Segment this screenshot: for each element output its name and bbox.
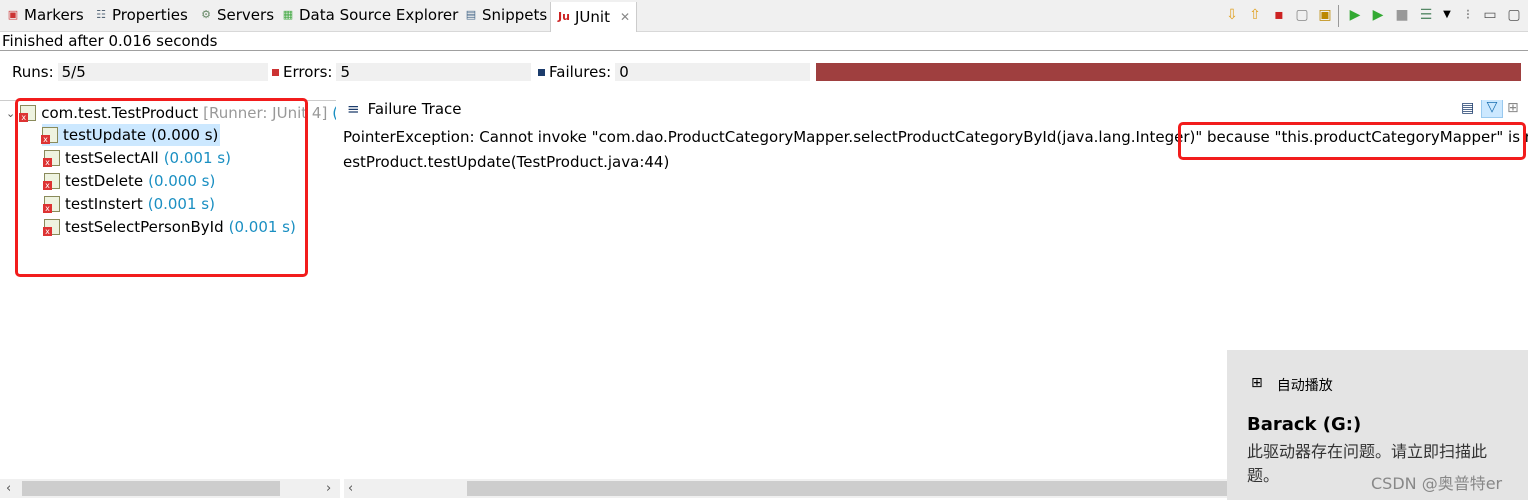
autoplay-icon: ⊞ xyxy=(1251,375,1263,391)
link-icon[interactable]: ⁝ xyxy=(1459,6,1477,24)
snippets-icon: ▤ xyxy=(465,8,477,21)
toast-app: 自动播放 xyxy=(1276,378,1333,394)
properties-icon: ☷ xyxy=(96,8,106,21)
failures-value: 0 xyxy=(615,63,811,81)
watermark: CSDN @奥普特er xyxy=(1371,474,1503,493)
tab-markers[interactable]: ▣ Markers xyxy=(6,6,84,24)
view-menu-icon[interactable]: ▼ xyxy=(1438,6,1456,24)
previous-failure-icon[interactable]: ⇧ xyxy=(1246,6,1264,24)
scroll-right-icon[interactable]: › xyxy=(326,479,331,498)
status-text: Finished after 0.016 seconds xyxy=(2,32,218,50)
toolbar-separator xyxy=(1338,5,1339,27)
tab-label: JUnit xyxy=(575,8,610,26)
toast-body: 此驱动器存在问题。请立即扫描此 xyxy=(1247,442,1488,461)
tab-label: Servers xyxy=(217,6,275,24)
close-tab-icon[interactable]: ✕ xyxy=(620,10,630,24)
stop-icon[interactable]: ■ xyxy=(1393,6,1411,24)
next-failure-icon[interactable]: ⇩ xyxy=(1223,6,1241,24)
data-source-icon: ▦ xyxy=(282,8,294,21)
errors-counter: Errors: 5 xyxy=(272,63,532,81)
toast-body-cont: 题。 xyxy=(1247,466,1280,485)
toast-header: ⊞ 自动播放 xyxy=(1251,375,1333,395)
layout-icon[interactable]: ⊞ xyxy=(1507,100,1519,116)
suite-time: (0 xyxy=(332,104,336,122)
failure-trace-header: ≡ Failure Trace xyxy=(347,100,462,118)
errors-value: 5 xyxy=(336,63,532,81)
tab-data-source-explorer[interactable]: ▦ Data Source Explorer xyxy=(281,6,459,24)
scroll-left-icon[interactable]: ‹ xyxy=(348,479,353,498)
list-icon: ≡ xyxy=(347,100,360,118)
divider xyxy=(0,50,1528,51)
scrollbar-thumb[interactable] xyxy=(22,481,280,496)
compare-result-icon[interactable]: ▤ xyxy=(1461,100,1474,116)
tab-label: Markers xyxy=(24,6,84,24)
errors-label: Errors: xyxy=(283,63,333,81)
tab-label: Properties xyxy=(112,6,188,24)
tab-properties[interactable]: ☷ Properties xyxy=(94,6,188,24)
tab-snippets[interactable]: ▤ Snippets xyxy=(464,6,547,24)
view-tab-bar: ▣ Markers ☷ Properties ⚙ Servers ▦ Data Sour… xyxy=(0,0,1528,32)
failure-icon xyxy=(538,68,545,76)
tab-label: Snippets xyxy=(482,6,548,24)
failures-label: Failures: xyxy=(549,63,612,81)
error-icon xyxy=(272,68,279,76)
filter-stack-icon[interactable]: ▽ xyxy=(1481,100,1503,118)
runs-counter: Runs: 5/5 xyxy=(12,63,268,81)
show-failures-only-icon[interactable]: ▪ xyxy=(1270,6,1288,24)
tree-horizontal-scrollbar[interactable]: ‹ › xyxy=(0,479,340,498)
show-skipped-icon[interactable]: ▢ xyxy=(1293,6,1311,24)
toast-title: Barack (G:) xyxy=(1247,414,1362,435)
minimize-icon[interactable]: ▭ xyxy=(1481,6,1499,24)
rerun-icon[interactable]: ▶ xyxy=(1346,6,1364,24)
junit-icon: Ju xyxy=(558,10,570,23)
trace-horizontal-scrollbar[interactable]: ‹ xyxy=(344,479,1228,498)
runs-value: 5/5 xyxy=(57,63,268,81)
chevron-down-icon[interactable]: ⌄ xyxy=(6,107,15,120)
trace-line[interactable]: estProduct.testUpdate(TestProduct.java:4… xyxy=(343,153,669,171)
tab-servers[interactable]: ⚙ Servers xyxy=(199,6,274,24)
markers-icon: ▣ xyxy=(7,8,19,21)
tab-label: Data Source Explorer xyxy=(299,6,459,24)
history-icon[interactable]: ☰ xyxy=(1417,6,1435,24)
rerun-failed-first-icon[interactable]: ▶ xyxy=(1369,6,1387,24)
runs-label: Runs: xyxy=(12,63,54,81)
progress-bar xyxy=(816,63,1521,81)
failure-trace-title: Failure Trace xyxy=(367,100,462,118)
annotation-box-null xyxy=(1178,122,1526,160)
scroll-left-icon[interactable]: ‹ xyxy=(6,479,11,498)
tab-junit[interactable]: Ju JUnit ✕ xyxy=(550,2,638,32)
failures-counter: Failures: 0 xyxy=(538,63,811,81)
maximize-icon[interactable]: ▢ xyxy=(1505,6,1523,24)
servers-icon: ⚙ xyxy=(201,8,211,21)
annotation-box-tests xyxy=(15,98,308,277)
scrollbar-thumb[interactable] xyxy=(467,481,1228,496)
scroll-lock-icon[interactable]: ▣ xyxy=(1316,6,1334,24)
autoplay-notification[interactable]: ⊞ 自动播放 Barack (G:) 此驱动器存在问题。请立即扫描此 题。 CSD… xyxy=(1227,350,1528,500)
